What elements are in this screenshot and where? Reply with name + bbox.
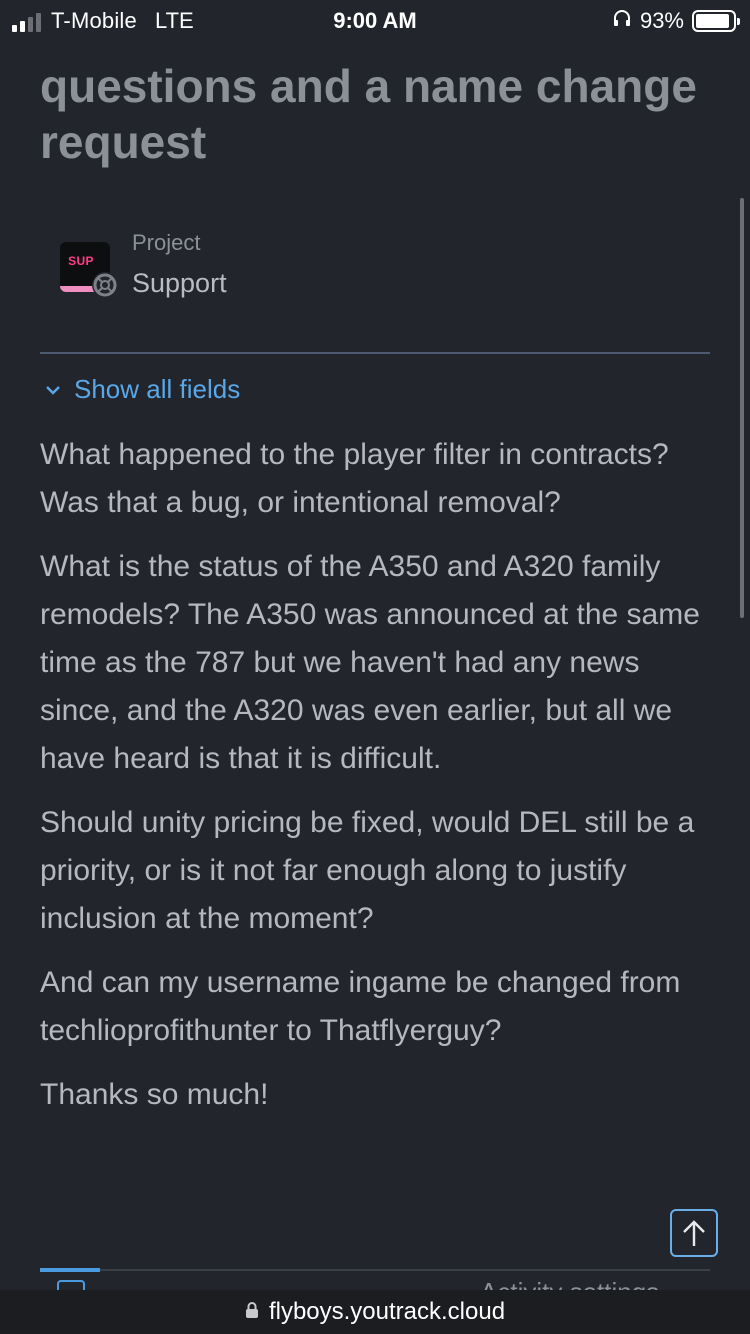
description-paragraph: What is the status of the A350 and A320 … bbox=[40, 550, 700, 775]
project-meta: Project Support bbox=[132, 230, 227, 299]
lifebuoy-icon bbox=[92, 272, 118, 298]
headphones-icon bbox=[612, 8, 632, 34]
tabs-divider bbox=[40, 1269, 710, 1271]
chevron-down-icon bbox=[46, 385, 60, 395]
project-field[interactable]: SUP Project Support bbox=[40, 230, 710, 346]
scroll-to-top-button[interactable] bbox=[670, 1209, 718, 1257]
description-paragraph: What happened to the player filter in co… bbox=[40, 438, 669, 519]
battery-percent: 93% bbox=[639, 8, 684, 33]
status-bar: T-Mobile LTE 9:00 AM 93% bbox=[0, 0, 750, 42]
active-tab-indicator bbox=[40, 1268, 100, 1272]
divider bbox=[40, 352, 710, 354]
description-paragraph: Thanks so much! bbox=[40, 1078, 269, 1111]
battery-icon bbox=[692, 10, 740, 32]
description-paragraph: And can my username ingame be changed fr… bbox=[40, 966, 681, 1047]
show-all-fields-link[interactable]: Show all fields bbox=[40, 374, 710, 405]
issue-content: questions and a name change request SUP … bbox=[40, 58, 710, 1135]
show-all-fields-label: Show all fields bbox=[74, 374, 241, 404]
issue-description: What happened to the player filter in co… bbox=[40, 431, 710, 1119]
activity-settings-link[interactable]: Activity settings bbox=[480, 1274, 659, 1290]
project-badge: SUP bbox=[68, 254, 94, 268]
url-text: flyboys.youtrack.cloud bbox=[268, 1298, 506, 1325]
status-right: 93% bbox=[612, 8, 740, 34]
arrow-up-icon bbox=[683, 1220, 705, 1246]
browser-url-bar[interactable]: flyboys.youtrack.cloud bbox=[0, 1290, 750, 1334]
lock-icon bbox=[245, 1298, 259, 1326]
project-icon: SUP bbox=[60, 242, 118, 298]
description-paragraph: Should unity pricing be fixed, would DEL… bbox=[40, 806, 695, 935]
issue-title: questions and a name change request bbox=[40, 60, 697, 168]
project-name[interactable]: Support bbox=[132, 268, 227, 299]
scrollbar[interactable] bbox=[740, 198, 744, 618]
project-label: Project bbox=[132, 230, 201, 255]
